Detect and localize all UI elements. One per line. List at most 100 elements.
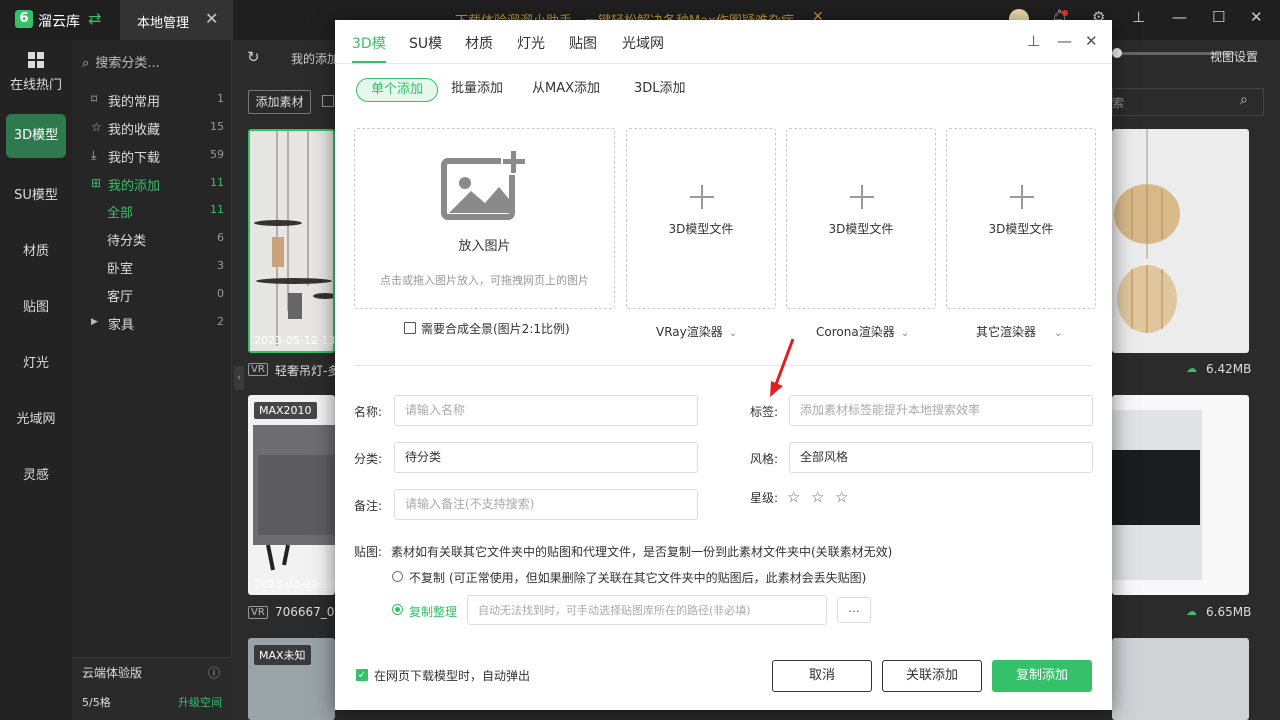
nav-item-textures[interactable]: 贴图 (6, 296, 66, 315)
category-item-all[interactable]: 全部 11 (72, 198, 232, 224)
subtab-single-add[interactable]: 单个添加 (356, 78, 438, 102)
file-slot-label: 3D模型文件 (668, 222, 734, 236)
auto-popup-label: 在网页下载模型时，自动弹出 (374, 669, 531, 683)
category-item-bedroom[interactable]: 卧室 3 (72, 254, 232, 280)
select-all-checkbox[interactable] (322, 95, 334, 107)
category-item-uncategorized[interactable]: 待分类 6 (72, 226, 232, 252)
asset-card[interactable] (1112, 638, 1249, 720)
pin-icon[interactable]: ⊥ (1027, 32, 1040, 50)
cloud-quota: 5/5格 (82, 696, 111, 709)
category-search-input[interactable]: 搜索分类... (95, 56, 159, 71)
search-placeholder-tail: 索 (1112, 96, 1125, 110)
asset-card[interactable] (248, 129, 335, 353)
renderer-select-vray[interactable]: VRay渲染器 ⌄ (656, 323, 737, 340)
radio-no-copy[interactable] (392, 571, 403, 582)
add-asset-dialog: 3D模 SU模 材质 灯光 贴图 光域网 ⊥ — ✕ 单个添加 批量添加 从MA… (335, 20, 1112, 710)
texture-label: 贴图: (354, 545, 383, 559)
help-icon[interactable]: ⓘ (208, 664, 220, 681)
category-item-collection[interactable]: ☆ 我的收藏 15 (72, 115, 232, 141)
expand-arrow-icon[interactable]: ▶ (91, 317, 103, 329)
style-select[interactable]: 全部风格 (789, 442, 1093, 473)
tab-material[interactable]: 材质 (465, 33, 493, 53)
tab-light[interactable]: 灯光 (517, 33, 545, 53)
category-item-living-room[interactable]: 客厅 0 (72, 282, 232, 308)
card-version-tag: MAX未知 (254, 645, 311, 665)
image-drop-zone[interactable]: 放入图片 点击或拖入图片放入，可拖拽网页上的图片 (354, 128, 615, 309)
browse-button[interactable]: ... (837, 597, 871, 623)
minimize-icon[interactable]: — (1057, 32, 1072, 50)
nav-item-su-models[interactable]: SU模型 (6, 184, 66, 203)
bookmark-icon: ⌑ (91, 92, 98, 106)
copy-add-button[interactable]: 复制添加 (992, 660, 1092, 692)
renderer-label: Corona渲染器 (816, 325, 895, 339)
note-label: 备注: (354, 499, 383, 513)
add-material-button[interactable]: 添加素材 (248, 90, 311, 114)
category-search[interactable]: ⌕ 搜索分类... (82, 52, 160, 71)
star-icon[interactable]: ☆ (787, 488, 800, 506)
link-add-button[interactable]: 关联添加 (882, 660, 982, 692)
zoom-slider-handle[interactable] (1112, 48, 1122, 58)
star-icon[interactable]: ☆ (811, 488, 824, 506)
plus-icon-bar (1010, 196, 1034, 198)
vr-badge: VR (248, 363, 268, 376)
renderer-select-corona[interactable]: Corona渲染器 ⌄ (816, 323, 909, 340)
view-settings[interactable]: 视图设置 (1210, 48, 1258, 65)
pin-icon[interactable]: ⊥ (1132, 8, 1145, 26)
nav-item-inspiration[interactable]: 灵感 (6, 464, 66, 483)
model-file-slot-vray[interactable]: 3D模型文件 (626, 128, 776, 309)
chevron-down-icon: ⌄ (728, 328, 738, 339)
tab-ies[interactable]: 光域网 (622, 33, 664, 53)
refresh-icon[interactable]: ↻ (247, 48, 260, 66)
nav-item-online-hot[interactable]: 在线热门 (6, 74, 66, 93)
category-label: 我的收藏 (108, 123, 161, 138)
tag-label: 标签: (750, 405, 779, 419)
name-input[interactable]: 请输入名称 (394, 395, 698, 426)
subtab-add-from-max[interactable]: 从MAX添加 (532, 78, 600, 102)
cancel-button[interactable]: 取消 (772, 660, 872, 692)
asset-card[interactable] (1112, 395, 1249, 595)
subtab-3dl-add[interactable]: 3DL添加 (634, 78, 686, 102)
tag-input[interactable]: 添加素材标签能提升本地搜索效率 (789, 395, 1093, 426)
wood-lamp-thumbnail (1114, 129, 1180, 333)
nav-item-3d-models[interactable]: 3D模型 (6, 114, 66, 158)
texture-path-input[interactable]: 自动无法找到时，可手动选择贴图库所在的路径(非必填) (467, 595, 827, 625)
search-icon[interactable]: ⌕ (1240, 92, 1248, 108)
category-count: 3 (217, 259, 224, 272)
category-item-favorites-common[interactable]: ⌑ 我的常用 1 (72, 87, 232, 113)
category-select[interactable]: 待分类 (394, 442, 698, 473)
note-input[interactable]: 请输入备注(不支持搜索) (394, 489, 698, 520)
cloud-icon: ☁ (1186, 605, 1197, 618)
tab-su-model[interactable]: SU模 (409, 33, 442, 53)
minimize-icon[interactable]: — (1172, 8, 1187, 26)
renderer-select-other[interactable]: 其它渲染器 ⌄ (976, 323, 1062, 340)
star-icon[interactable]: ☆ (835, 488, 848, 506)
asset-card[interactable] (248, 395, 335, 595)
category-item-downloads[interactable]: ⤓ 我的下载 59 (72, 143, 232, 169)
nav-item-ies[interactable]: 光域网 (6, 408, 66, 427)
panorama-checkbox[interactable] (404, 322, 416, 334)
auto-popup-checkbox[interactable]: ✓ (356, 669, 368, 681)
section-divider (354, 365, 1092, 366)
collapse-panel-icon[interactable]: ‹ (234, 366, 244, 390)
model-file-slot-corona[interactable]: 3D模型文件 (786, 128, 936, 309)
app-name: 溜云库 (38, 14, 80, 30)
annotation-arrow-icon (770, 338, 795, 397)
category-item-furniture[interactable]: ▶ 家具 2 (72, 310, 232, 336)
radio-copy-organize[interactable] (392, 604, 403, 615)
card-date: 2023-02-09 16: (254, 578, 340, 591)
category-count: 1 (217, 92, 224, 105)
subtab-batch-add[interactable]: 批量添加 (451, 78, 503, 102)
close-icon[interactable]: ✕ (1085, 32, 1098, 50)
tab-3d-model[interactable]: 3D模 (352, 33, 386, 53)
switch-icon[interactable]: ⇄ (88, 9, 101, 28)
nav-item-materials[interactable]: 材质 (6, 240, 66, 259)
model-file-slot-other[interactable]: 3D模型文件 (946, 128, 1096, 309)
close-icon[interactable]: ✕ (1250, 8, 1263, 26)
tab-close-icon[interactable]: ✕ (205, 9, 218, 28)
upgrade-link[interactable]: 升级空间 (178, 694, 222, 710)
category-item-my-added[interactable]: ⊞ 我的添加 11 (72, 171, 232, 197)
maximize-icon[interactable]: ☐ (1212, 8, 1225, 26)
asset-card[interactable] (1112, 129, 1249, 353)
nav-item-lights[interactable]: 灯光 (6, 352, 66, 371)
tab-texture[interactable]: 贴图 (569, 33, 597, 53)
